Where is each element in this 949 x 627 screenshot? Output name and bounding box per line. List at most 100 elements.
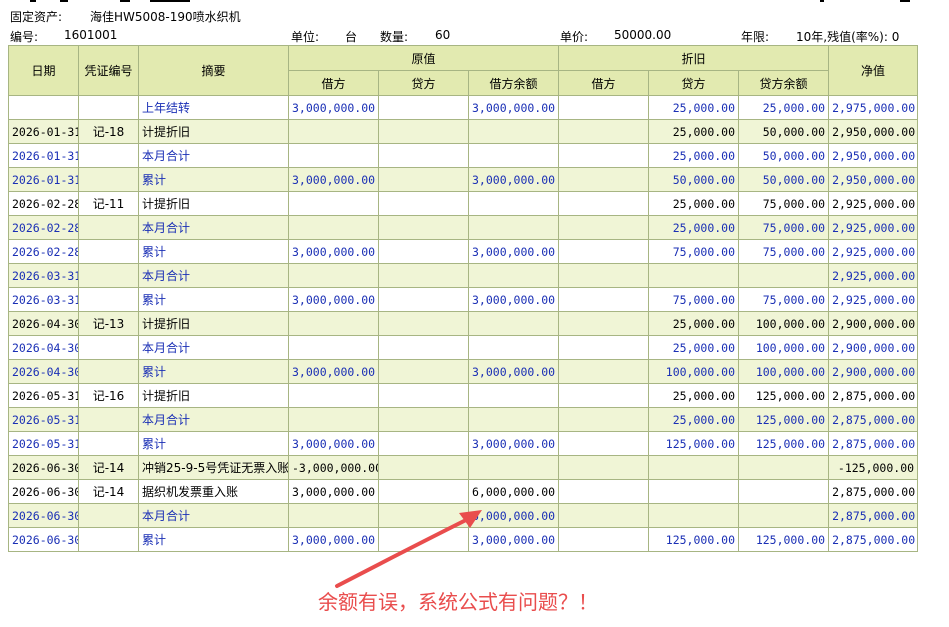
cell-date: 2026-06-30 (8, 479, 79, 504)
cell-date: 2026-03-31 (8, 263, 79, 288)
cell-voucher: 记-13 (78, 311, 139, 336)
cell-d-balance: 50,000.00 (738, 167, 830, 192)
cell-d-balance: 75,000.00 (738, 287, 830, 312)
cell-d-credit: 25,000.00 (648, 335, 740, 360)
life-label: 年限: (741, 30, 770, 44)
cell-d-balance: 75,000.00 (738, 239, 830, 264)
cell-d-credit (648, 455, 740, 480)
cell-voucher (78, 167, 139, 192)
cell-net: 2,950,000.00 (828, 167, 919, 192)
cell-o-credit (378, 311, 469, 336)
cell-date (8, 95, 79, 120)
cell-d-balance: 50,000.00 (738, 119, 830, 144)
cell-voucher (78, 215, 139, 240)
header-original-value: 原值 (287, 45, 560, 71)
header-original-credit: 贷方 (378, 70, 469, 96)
cell-d-balance (738, 479, 830, 504)
table-row: 2026-06-30 累计 3,000,000.00 3,000,000.00 125,… (8, 527, 919, 552)
cell-net: 2,875,000.00 (828, 503, 919, 528)
cell-voucher (78, 287, 139, 312)
cell-voucher (78, 359, 139, 384)
header-voucher: 凭证编号 (78, 45, 139, 96)
cell-d-balance: 125,000.00 (738, 407, 830, 432)
cell-d-debit (558, 119, 650, 144)
cell-o-debit (288, 407, 379, 432)
cell-o-balance: 6,000,000.00 (467, 479, 560, 504)
cell-voucher (78, 503, 139, 528)
cell-net: 2,900,000.00 (828, 335, 919, 360)
cell-o-debit (288, 215, 379, 240)
table-row: 2026-04-30 累计 3,000,000.00 3,000,000.00 100,… (8, 359, 919, 384)
cell-o-balance (467, 263, 560, 288)
cell-d-debit (558, 95, 650, 120)
cell-net: 2,875,000.00 (828, 407, 919, 432)
cell-d-credit: 25,000.00 (648, 119, 740, 144)
cell-o-debit (288, 311, 379, 336)
cell-d-debit (558, 239, 650, 264)
cell-summary: 累计 (138, 287, 289, 312)
cell-o-balance (467, 335, 560, 360)
cell-o-credit (378, 263, 469, 288)
cell-o-credit (378, 143, 469, 168)
cell-o-balance: 3,000,000.00 (467, 287, 560, 312)
cell-summary: 累计 (138, 527, 289, 552)
cell-o-credit (378, 503, 469, 528)
cell-d-credit (648, 479, 740, 504)
cell-voucher (78, 335, 139, 360)
cell-d-debit (558, 527, 650, 552)
cell-d-credit: 25,000.00 (648, 215, 740, 240)
life-value: 10年,残值(率%): 0 (796, 30, 900, 44)
cell-voucher (78, 263, 139, 288)
cell-o-credit (378, 431, 469, 456)
cell-d-credit (648, 263, 740, 288)
cell-o-debit (288, 335, 379, 360)
cell-summary: 累计 (138, 359, 289, 384)
cell-net: 2,925,000.00 (828, 215, 919, 240)
cell-net: 2,975,000.00 (828, 95, 919, 120)
cell-d-debit (558, 455, 650, 480)
cell-d-credit (648, 503, 740, 528)
cell-date: 2026-06-30 (8, 527, 79, 552)
table-row: 2026-02-28 累计 3,000,000.00 3,000,000.00 75,0… (8, 239, 919, 264)
cell-date: 2026-05-31 (8, 407, 79, 432)
cell-d-credit: 50,000.00 (648, 167, 740, 192)
cell-o-debit: 3,000,000.00 (288, 479, 379, 504)
cell-o-credit (378, 239, 469, 264)
cell-d-balance: 25,000.00 (738, 95, 830, 120)
table-row: 2026-01-31 累计 3,000,000.00 3,000,000.00 50,0… (8, 167, 919, 192)
cell-o-debit (288, 503, 379, 528)
cell-voucher (78, 407, 139, 432)
cell-o-balance: 3,000,000.00 (467, 359, 560, 384)
cell-voucher (78, 143, 139, 168)
table-row: 上年结转 3,000,000.00 3,000,000.00 25,000.00 25,… (8, 95, 919, 120)
cell-voucher: 记-11 (78, 191, 139, 216)
cell-o-balance (467, 455, 560, 480)
header-depreciation-debit: 借方 (558, 70, 650, 96)
cell-o-balance (467, 407, 560, 432)
cell-voucher: 记-18 (78, 119, 139, 144)
cell-o-credit (378, 191, 469, 216)
table-row: 2026-04-30 本月合计 25,000.00 100,000.00 2,900,0… (8, 335, 919, 360)
cell-voucher (78, 431, 139, 456)
table-row: 2026-05-31 记-16 计提折旧 25,000.00 125,000.00 2,8… (8, 383, 919, 408)
cell-d-balance: 125,000.00 (738, 431, 830, 456)
cell-date: 2026-01-31 (8, 167, 79, 192)
cell-net: 2,950,000.00 (828, 143, 919, 168)
cell-d-credit: 25,000.00 (648, 191, 740, 216)
cell-d-credit: 25,000.00 (648, 143, 740, 168)
cell-d-debit (558, 407, 650, 432)
table-row: 2026-01-31 记-18 计提折旧 25,000.00 50,000.00 2,95… (8, 119, 919, 144)
cell-voucher: 记-14 (78, 479, 139, 504)
unit-label: 单位: (291, 30, 320, 44)
table-row: 2026-06-30 记-14 据织机发票重入账 3,000,000.00 6,000,… (8, 479, 919, 504)
cell-d-balance: 100,000.00 (738, 359, 830, 384)
cell-date: 2026-05-31 (8, 431, 79, 456)
cell-o-debit: 3,000,000.00 (288, 287, 379, 312)
cell-date: 2026-04-30 (8, 311, 79, 336)
cell-o-balance: 3,000,000.00 (467, 431, 560, 456)
cell-net: 2,900,000.00 (828, 359, 919, 384)
table-row: 2026-05-31 累计 3,000,000.00 3,000,000.00 125,… (8, 431, 919, 456)
table-row: 2026-03-31 本月合计 2,925,000.00 (8, 263, 919, 288)
cell-date: 2026-02-28 (8, 191, 79, 216)
cell-date: 2026-01-31 (8, 143, 79, 168)
